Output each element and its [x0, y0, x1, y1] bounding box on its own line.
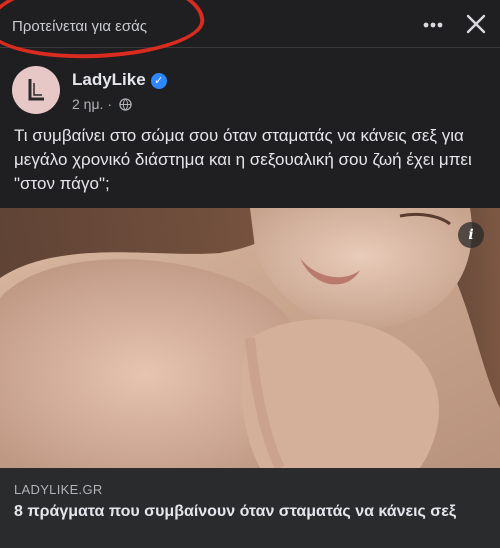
- globe-icon: [119, 98, 132, 111]
- post-time[interactable]: 2 ημ.: [72, 96, 103, 112]
- author-name[interactable]: LadyLike ✓: [72, 70, 167, 90]
- more-horizontal-icon: [423, 22, 443, 28]
- author-row: LadyLike ✓ 2 ημ. ·: [0, 60, 500, 120]
- close-button[interactable]: [462, 10, 490, 38]
- woman-portrait-photo: [0, 208, 500, 468]
- link-preview-card[interactable]: LADYLIKE.GR 8 πράγματα που συμβαίνουν ότ…: [0, 468, 500, 548]
- link-title[interactable]: 8 πράγματα που συμβαίνουν όταν σταματάς …: [14, 502, 484, 522]
- more-options-button[interactable]: [418, 12, 448, 40]
- post-image[interactable]: [0, 208, 500, 468]
- avatar[interactable]: [12, 66, 60, 114]
- post-meta: 2 ημ. ·: [72, 96, 132, 112]
- info-icon[interactable]: i: [458, 222, 484, 248]
- close-icon: [466, 14, 486, 34]
- feed-post: Προτείνεται για εσάς LadyLike ✓ 2 ημ. · …: [0, 0, 500, 548]
- link-domain: LADYLIKE.GR: [14, 482, 103, 497]
- meta-separator: ·: [107, 96, 112, 112]
- ladylike-logo-icon: [28, 79, 44, 101]
- verified-badge-icon: ✓: [150, 72, 167, 89]
- author-name-text[interactable]: LadyLike: [72, 70, 146, 89]
- red-annotation-circle: [0, 0, 206, 64]
- post-text: Τι συμβαίνει στο σώμα σου όταν σταματάς …: [14, 126, 472, 193]
